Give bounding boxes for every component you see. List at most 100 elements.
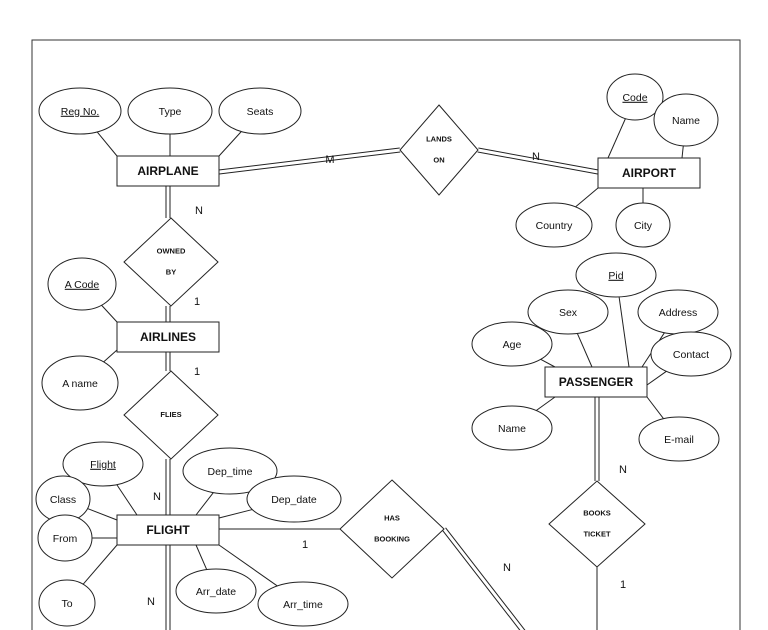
attribute-arr-date[interactable]: Arr_date <box>175 568 257 614</box>
attribute-label: To <box>61 598 72 610</box>
attribute-dep-date[interactable]: Dep_date <box>246 475 342 523</box>
cardinality-label: M <box>325 154 334 166</box>
relationship-lands-on[interactable]: LANDS ON <box>399 104 479 196</box>
relationship-label: LANDS <box>426 134 452 143</box>
cardinality-label: N <box>619 464 627 476</box>
attribute-age[interactable]: Age <box>471 321 553 367</box>
entity-passenger[interactable]: PASSENGER <box>544 366 648 398</box>
connector-line <box>618 296 630 368</box>
connector-line <box>535 396 556 411</box>
attribute-label: Arr_date <box>196 586 236 598</box>
entity-label: AIRLINES <box>140 330 196 344</box>
attribute-sex[interactable]: Sex <box>527 289 609 335</box>
connector-line <box>96 131 118 157</box>
total-participation-line <box>218 147 400 171</box>
attribute-label: From <box>53 533 78 545</box>
connector-line <box>681 145 684 159</box>
attribute-seats[interactable]: Seats <box>218 87 302 135</box>
attribute-label: Age <box>503 339 522 351</box>
attribute-pid[interactable]: Pid <box>575 252 657 298</box>
attribute-arr-time[interactable]: Arr_time <box>257 581 349 627</box>
relationship-label: BOOKING <box>374 534 410 543</box>
cardinality-label: N <box>153 491 161 503</box>
attribute-to[interactable]: To <box>38 579 96 627</box>
relationship-flies[interactable]: FLIES <box>123 370 219 460</box>
attribute-from[interactable]: From <box>37 514 93 562</box>
attribute-label: City <box>634 220 653 232</box>
connector-line <box>540 358 556 368</box>
cardinality-label: 1 <box>620 579 626 591</box>
total-participation-line <box>442 529 521 630</box>
relationship-owned-by[interactable]: OWNED BY <box>123 217 219 307</box>
entity-label: AIRPLANE <box>137 164 198 178</box>
attribute-address[interactable]: Address <box>637 289 719 335</box>
attribute-email[interactable]: E-mail <box>638 416 720 462</box>
attribute-type[interactable]: Type <box>127 87 213 135</box>
relationship-label: HAS <box>384 513 400 522</box>
relationship-has-booking[interactable]: HAS BOOKING <box>339 479 445 579</box>
cardinality-label: N <box>147 596 155 608</box>
attribute-label: Flight <box>90 459 116 471</box>
connector-line <box>218 131 242 157</box>
connector-line <box>575 187 599 208</box>
attribute-label: Country <box>536 220 574 232</box>
connector-line <box>82 544 118 585</box>
cardinality-label: 1 <box>194 366 200 378</box>
connector-line <box>103 349 118 363</box>
attribute-label: Dep_date <box>271 494 317 506</box>
attribute-label: Name <box>498 423 526 435</box>
attribute-label: Dep_time <box>208 466 253 478</box>
relationship-label: ON <box>433 155 444 164</box>
entity-label: FLIGHT <box>146 523 190 537</box>
attribute-passenger-name[interactable]: Name <box>471 405 553 451</box>
total-participation-line <box>219 151 401 175</box>
entity-label: PASSENGER <box>559 375 634 389</box>
attribute-label: Contact <box>673 349 709 361</box>
cardinality-label: N <box>195 205 203 217</box>
relationship-books-ticket[interactable]: BOOKS TICKET <box>548 480 646 568</box>
attribute-label: Class <box>50 494 76 506</box>
attribute-label: Sex <box>559 307 578 319</box>
relationship-label: FLIES <box>160 410 181 419</box>
relationship-label: BOOKS <box>583 508 611 517</box>
relationship-label: BY <box>166 267 176 276</box>
attribute-label: Reg No. <box>61 106 100 118</box>
attribute-label: Code <box>622 92 647 104</box>
connector-line <box>646 396 664 420</box>
attribute-a-name[interactable]: A name <box>41 355 119 411</box>
connector-line <box>576 333 593 368</box>
relationship-label: TICKET <box>583 529 611 538</box>
entity-airport[interactable]: AIRPORT <box>597 157 701 189</box>
relationship-label: OWNED <box>157 246 186 255</box>
connector-line <box>101 304 118 323</box>
attribute-label: Pid <box>608 270 623 282</box>
attribute-label: Type <box>159 106 182 118</box>
attribute-label: Arr_time <box>283 599 323 611</box>
connector-line <box>87 508 118 521</box>
connector-line <box>218 509 253 519</box>
attribute-city[interactable]: City <box>615 202 671 248</box>
attribute-contact[interactable]: Contact <box>650 331 732 377</box>
total-participation-line <box>445 527 526 630</box>
cardinality-label: N <box>503 562 511 574</box>
attribute-label: Address <box>659 307 698 319</box>
entity-label: AIRPORT <box>622 166 677 180</box>
cardinality-label: N <box>532 151 540 163</box>
entity-flight[interactable]: FLIGHT <box>116 514 220 546</box>
attribute-a-code[interactable]: A Code <box>47 257 117 311</box>
attribute-label: Seats <box>247 106 274 118</box>
connector-line <box>607 118 626 159</box>
attribute-reg-no[interactable]: Reg No. <box>38 87 122 135</box>
connector-line <box>116 484 138 516</box>
cardinality-label: 1 <box>302 539 308 551</box>
attribute-country[interactable]: Country <box>515 202 593 248</box>
er-diagram: AIRPLANE AIRPORT AIRLINES PASSENGER FLIGHT LA… <box>31 39 741 630</box>
attribute-label: Name <box>672 115 700 127</box>
connector-line <box>646 370 667 386</box>
attribute-label: A name <box>62 378 98 390</box>
attribute-label: A Code <box>65 279 100 291</box>
entity-airlines[interactable]: AIRLINES <box>116 321 220 353</box>
attribute-label: E-mail <box>664 434 694 446</box>
attribute-airport-name[interactable]: Name <box>653 93 719 147</box>
entity-airplane[interactable]: AIRPLANE <box>116 155 220 187</box>
